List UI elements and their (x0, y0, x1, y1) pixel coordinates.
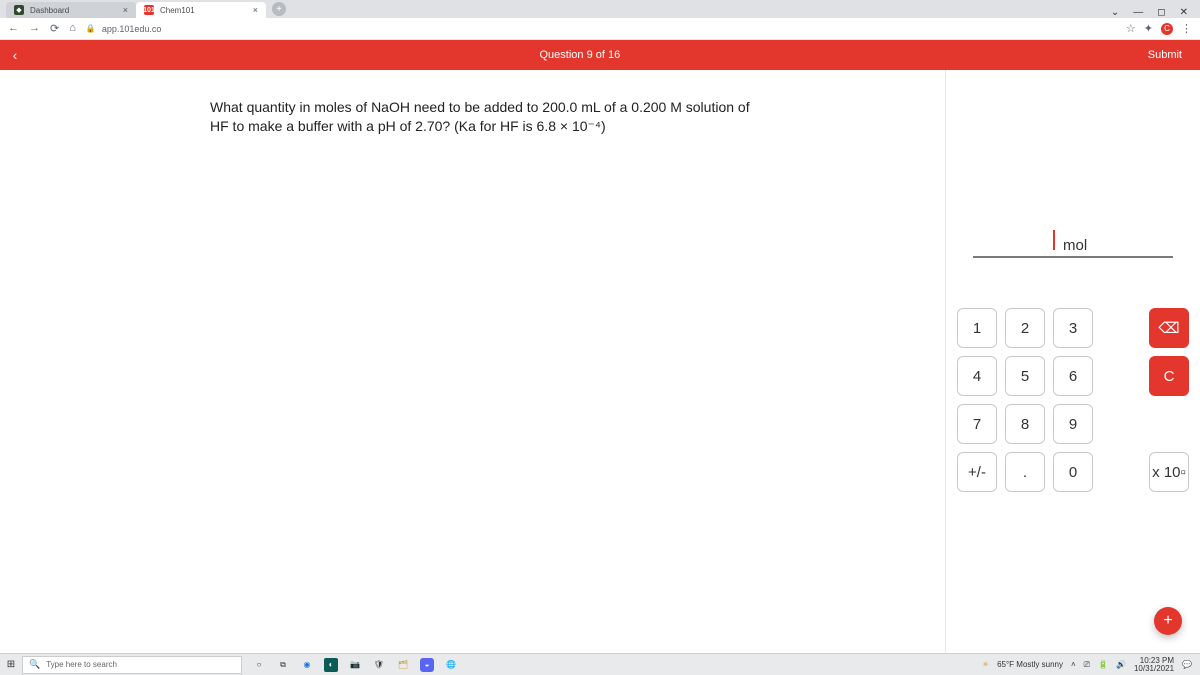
key-0[interactable]: 0 (1053, 452, 1093, 492)
tab-chem101[interactable]: 101 Chem101 × (136, 2, 266, 18)
tab-strip: ◆ Dashboard × 101 Chem101 × + ⌄ — ◻ ✕ (0, 0, 1200, 18)
app-header: ‹ Question 9 of 16 Submit (0, 40, 1200, 70)
key-8[interactable]: 8 (1005, 404, 1045, 444)
reload-icon[interactable]: ⟳ (50, 22, 59, 35)
taskbar-apps: ○ ⧉ ◉ ◐ 📷 🛡 🗂 ◒ 🌐 (252, 658, 458, 672)
close-window-icon[interactable]: ✕ (1180, 7, 1188, 18)
search-placeholder: Type here to search (46, 660, 117, 669)
url-text: app.101edu.co (102, 24, 162, 34)
key-2[interactable]: 2 (1005, 308, 1045, 348)
text-cursor (1053, 230, 1055, 250)
key-plus-minus[interactable]: +/- (957, 452, 997, 492)
maximize-icon[interactable]: ◻ (1157, 7, 1165, 18)
camera-icon[interactable]: 📷 (348, 658, 362, 672)
forward-icon[interactable]: → (29, 22, 40, 35)
key-1[interactable]: 1 (957, 308, 997, 348)
close-icon[interactable]: × (253, 5, 258, 15)
add-fab-button[interactable]: + (1154, 607, 1182, 635)
discord-icon[interactable]: ◒ (420, 658, 434, 672)
dashboard-favicon: ◆ (14, 5, 24, 15)
question-counter: Question 9 of 16 (30, 49, 1130, 61)
new-tab-button[interactable]: + (272, 2, 286, 16)
clock[interactable]: 10:23 PM 10/31/2021 (1134, 657, 1174, 673)
key-5[interactable]: 5 (1005, 356, 1045, 396)
taskbar-search[interactable]: 🔍 Type here to search (22, 656, 242, 674)
key-clear[interactable]: C (1149, 356, 1189, 396)
start-button[interactable]: ⊞ (0, 659, 22, 670)
keypad: 1 2 3 ⌫ 4 5 6 C 7 8 9 +/- . 0 x 10▫ (964, 308, 1182, 492)
chevron-down-icon[interactable]: ⌄ (1111, 7, 1119, 18)
back-button[interactable]: ‹ (0, 47, 30, 63)
back-icon[interactable]: ← (8, 22, 19, 35)
close-icon[interactable]: × (123, 5, 128, 15)
battery-icon[interactable]: 🔋 (1098, 660, 1108, 669)
tab-label: Dashboard (30, 6, 69, 15)
main-area: What quantity in moles of NaOH need to b… (0, 70, 1200, 653)
explorer-icon[interactable]: 🗂 (396, 658, 410, 672)
key-9[interactable]: 9 (1053, 404, 1093, 444)
weather-text[interactable]: 65°F Mostly sunny (997, 660, 1063, 669)
key-dot[interactable]: . (1005, 452, 1045, 492)
menu-icon[interactable]: ⋮ (1181, 22, 1192, 35)
answer-panel: mol 1 2 3 ⌫ 4 5 6 C 7 8 9 +/- . 0 x 10▫ … (945, 70, 1200, 653)
lock-icon: 🔒 (86, 24, 96, 33)
system-tray: ☀ 65°F Mostly sunny ˄ ⎚ 🔋 🔊 10:23 PM 10/… (982, 657, 1200, 673)
submit-button[interactable]: Submit (1130, 49, 1200, 61)
answer-unit: mol (1063, 237, 1087, 254)
app-icon[interactable]: ◐ (324, 658, 338, 672)
cortana-icon[interactable]: ○ (252, 658, 266, 672)
key-backspace[interactable]: ⌫ (1149, 308, 1189, 348)
notifications-icon[interactable]: 💬 (1182, 660, 1192, 669)
app-icon-2[interactable]: 🛡 (372, 658, 386, 672)
weather-icon[interactable]: ☀ (982, 660, 989, 669)
home-icon[interactable]: ⌂ (69, 22, 76, 35)
minimize-icon[interactable]: — (1133, 7, 1143, 18)
key-7[interactable]: 7 (957, 404, 997, 444)
browser-chrome: ◆ Dashboard × 101 Chem101 × + ⌄ — ◻ ✕ ← … (0, 0, 1200, 40)
tab-label: Chem101 (160, 6, 195, 15)
taskbar: ⊞ 🔍 Type here to search ○ ⧉ ◉ ◐ 📷 🛡 🗂 ◒ … (0, 653, 1200, 675)
key-6[interactable]: 6 (1053, 356, 1093, 396)
question-text: What quantity in moles of NaOH need to b… (210, 98, 750, 136)
project-icon[interactable]: ⎚ (1084, 660, 1090, 670)
key-exponent[interactable]: x 10▫ (1149, 452, 1189, 492)
tab-dashboard[interactable]: ◆ Dashboard × (6, 2, 136, 18)
task-view-icon[interactable]: ⧉ (276, 658, 290, 672)
address-bar: ← → ⟳ ⌂ 🔒 app.101edu.co ☆ ✦ C ⋮ (0, 18, 1200, 40)
key-4[interactable]: 4 (957, 356, 997, 396)
window-controls: ⌄ — ◻ ✕ (1111, 7, 1200, 18)
question-panel: What quantity in moles of NaOH need to b… (0, 70, 945, 653)
volume-icon[interactable]: 🔊 (1116, 660, 1126, 669)
chrome-icon[interactable]: ◉ (300, 658, 314, 672)
date-text: 10/31/2021 (1134, 665, 1174, 673)
chem-extension-icon[interactable]: C (1161, 23, 1173, 35)
chem101-favicon: 101 (144, 5, 154, 15)
url-box[interactable]: 🔒 app.101edu.co (86, 24, 1116, 34)
star-icon[interactable]: ☆ (1126, 22, 1136, 35)
extensions-icon[interactable]: ✦ (1144, 22, 1153, 35)
key-3[interactable]: 3 (1053, 308, 1093, 348)
edge-icon[interactable]: 🌐 (444, 658, 458, 672)
search-icon: 🔍 (29, 659, 40, 670)
tray-chevron-icon[interactable]: ˄ (1071, 660, 1076, 669)
answer-input[interactable]: mol (973, 230, 1173, 258)
